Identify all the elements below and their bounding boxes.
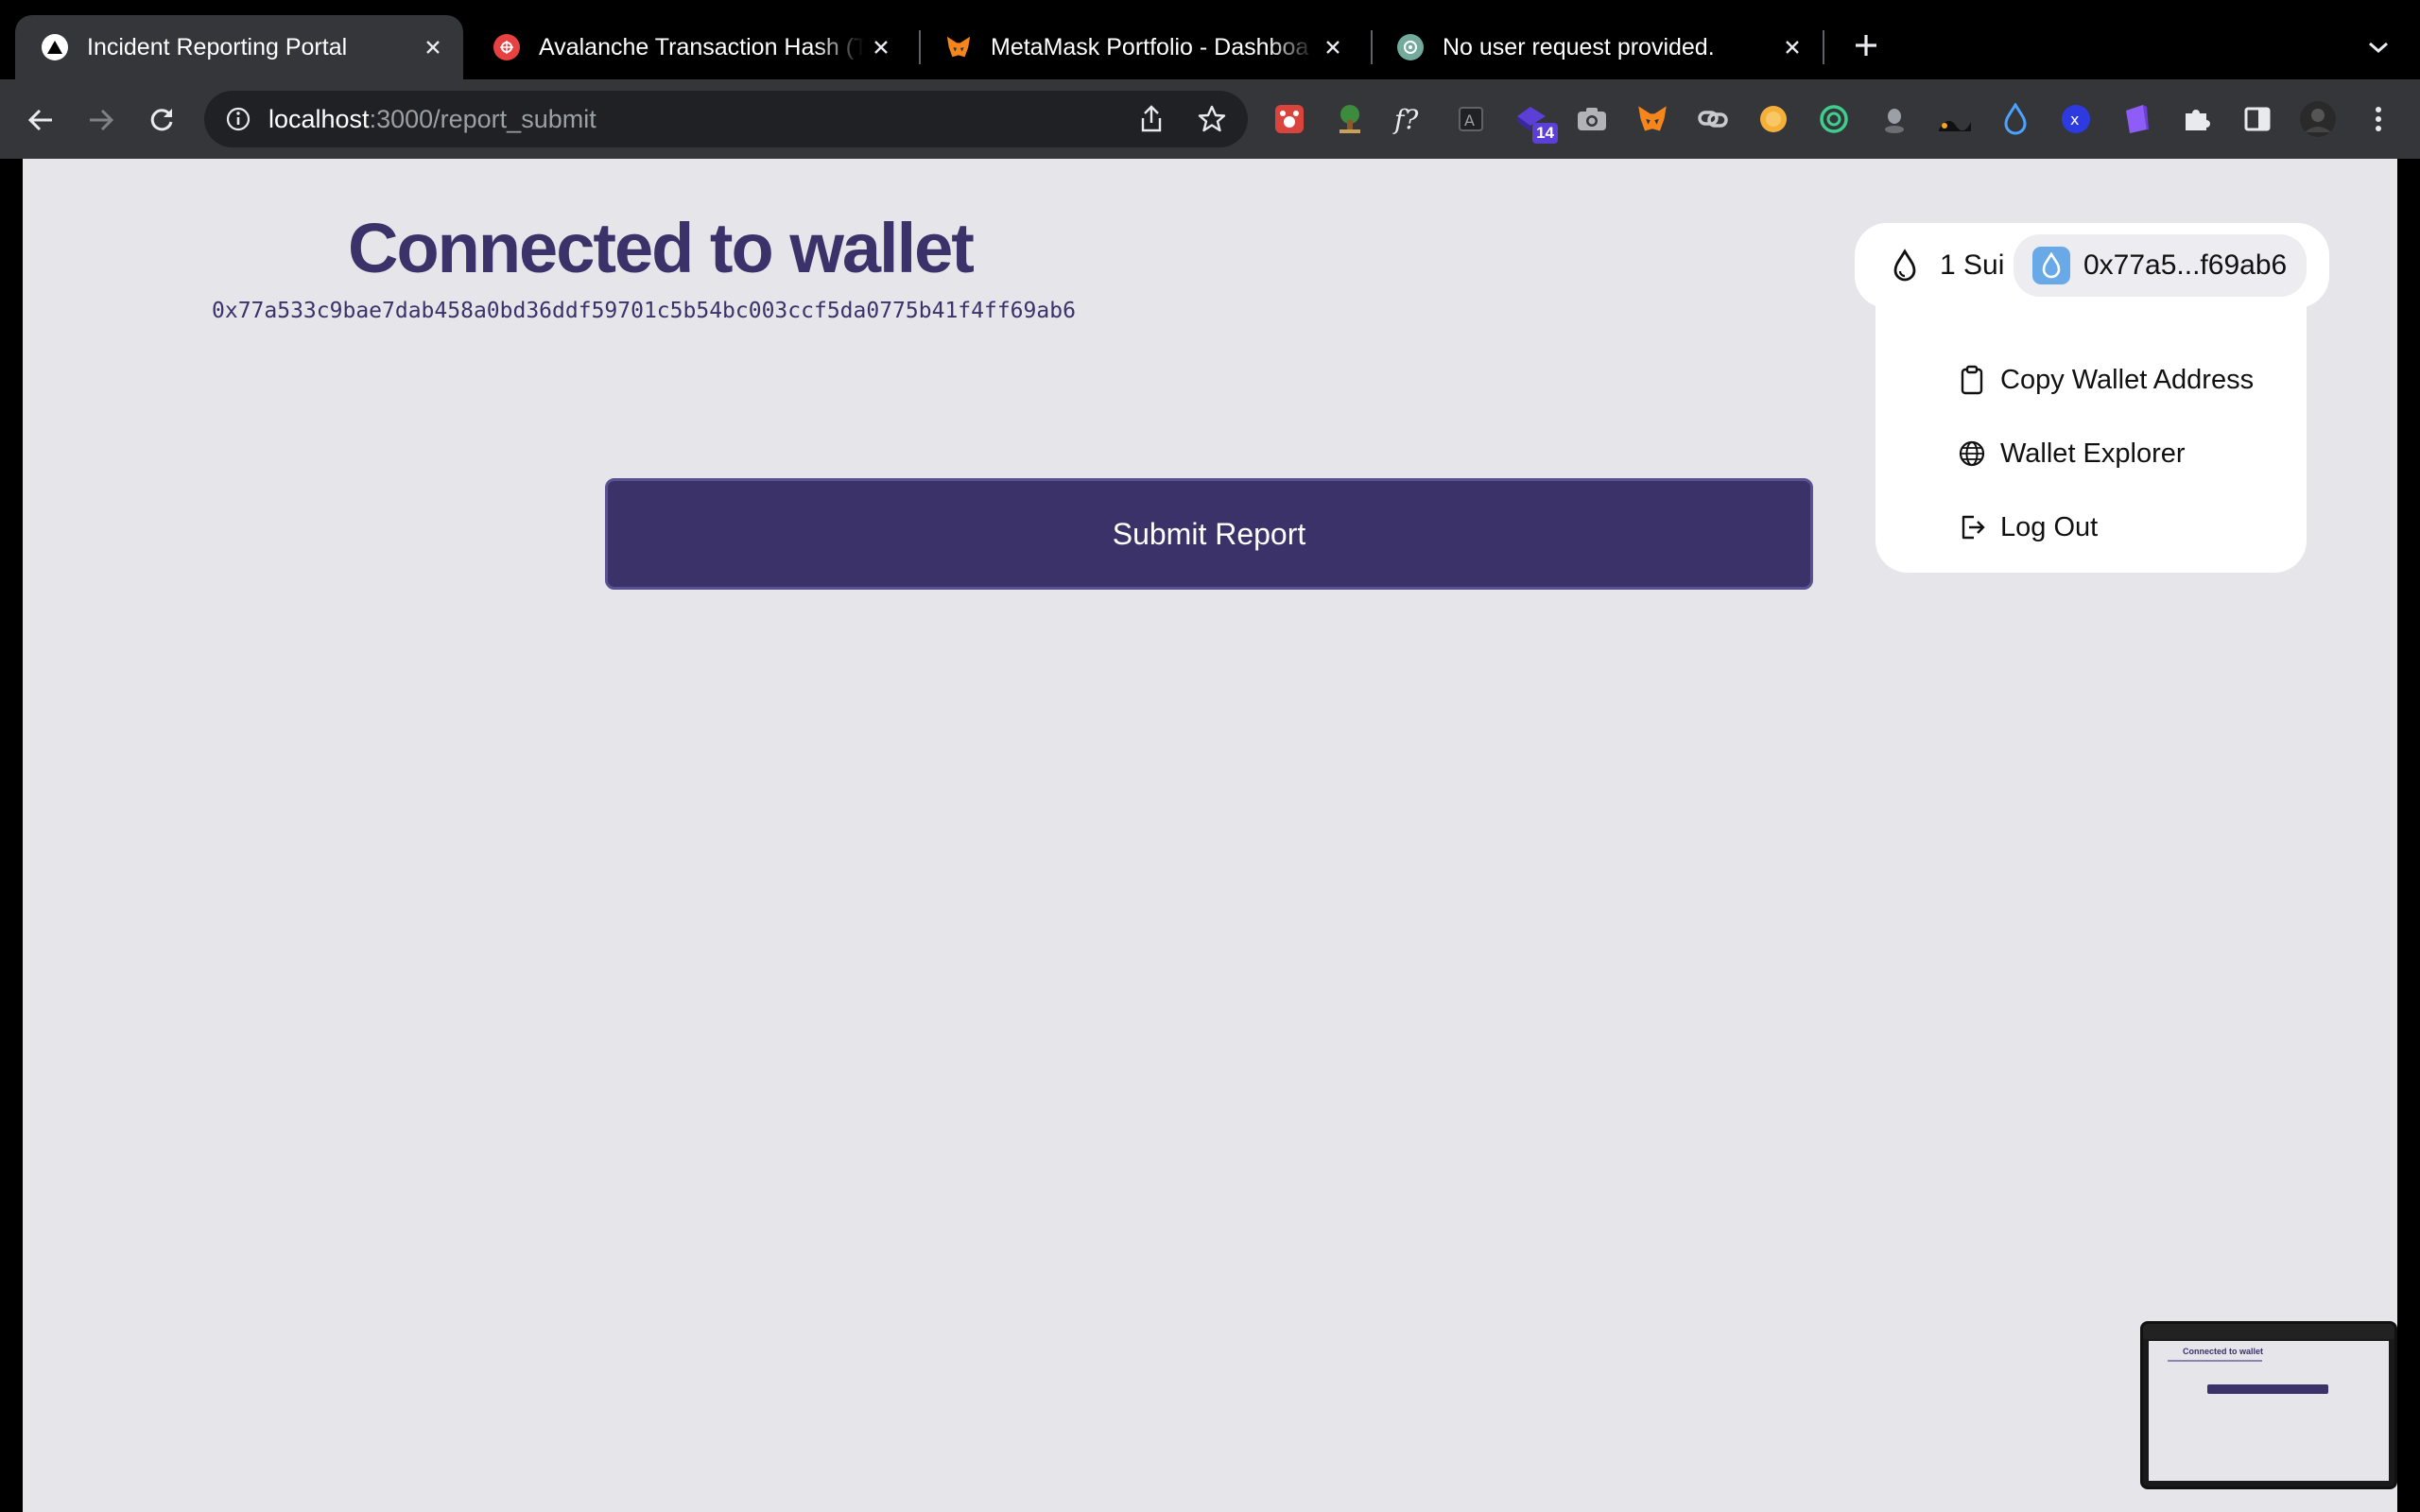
share-icon[interactable] — [1136, 104, 1167, 134]
url-path: :3000/report_submit — [369, 104, 596, 133]
avalanche-icon — [493, 34, 520, 60]
close-tab-icon[interactable] — [864, 30, 898, 64]
site-info-icon[interactable] — [225, 106, 251, 132]
screenshot-preview-thumbnail[interactable]: Connected to wallet — [2140, 1321, 2397, 1489]
wallet-explorer-menu-item[interactable]: Wallet Explorer — [1957, 431, 2186, 476]
tab-no-user-request[interactable]: No user request provided. — [1371, 15, 1823, 79]
back-arrow-icon[interactable] — [19, 98, 62, 142]
robot-extension-icon[interactable] — [1874, 98, 1915, 140]
bookmark-star-icon[interactable] — [1197, 104, 1227, 134]
sui-logo-icon — [2032, 247, 2070, 284]
tab-search-chevron-down-icon[interactable] — [2360, 28, 2397, 66]
close-tab-icon[interactable] — [1775, 30, 1809, 64]
box-a-extension-icon[interactable]: A — [1450, 98, 1492, 140]
tree-extension-icon[interactable] — [1329, 98, 1371, 140]
tab-avalanche-transaction-hash[interactable]: Avalanche Transaction Hash (T — [467, 15, 911, 79]
svg-text:f?: f? — [1392, 104, 1419, 135]
wallet-address-chip[interactable]: 0x77a5...f69ab6 — [2014, 234, 2307, 297]
tab-separator — [1823, 30, 1824, 64]
function-f-extension-icon[interactable]: f? — [1390, 98, 1431, 140]
kebab-menu-icon[interactable] — [2358, 98, 2399, 140]
sui-drop-icon — [1889, 248, 1921, 284]
close-tab-icon[interactable] — [416, 30, 450, 64]
wallet-full-address: 0x77a533c9bae7dab458a0bd36ddf59701c5b54b… — [212, 299, 1076, 323]
thumbnail-submit-button — [2207, 1384, 2328, 1394]
reload-icon[interactable] — [140, 98, 183, 142]
globe-icon — [1957, 438, 1987, 469]
thumbnail-address-line — [2168, 1360, 2262, 1362]
tab-title: MetaMask Portfolio - Dashboa — [991, 33, 1309, 60]
submit-report-button[interactable]: Submit Report — [605, 478, 1813, 590]
wallet-dropdown-menu: Copy Wallet Address Wallet Explorer Log … — [1876, 306, 2307, 573]
menu-item-label: Log Out — [2000, 511, 2099, 542]
wallet-connect-pill[interactable]: 1 Sui 0x77a5...f69ab6 — [1855, 223, 2329, 308]
camera-extension-icon[interactable] — [1571, 98, 1613, 140]
browser-toolbar: localhost:3000/report_submit f? A 14 x — [0, 79, 2420, 159]
red-paw-extension-icon[interactable] — [1269, 98, 1310, 140]
forward-arrow-icon[interactable] — [79, 98, 123, 142]
thumbnail-tabbar — [2143, 1324, 2394, 1339]
wallet-short-address: 0x77a5...f69ab6 — [2083, 249, 2288, 281]
metamask-fox-icon — [945, 34, 972, 60]
copy-wallet-address-menu-item[interactable]: Copy Wallet Address — [1957, 357, 2254, 403]
tab-title: Incident Reporting Portal — [87, 33, 348, 60]
link-extension-icon[interactable] — [1692, 98, 1734, 140]
menu-item-label: Copy Wallet Address — [2000, 364, 2255, 395]
svg-text:A: A — [1464, 112, 1475, 129]
address-bar[interactable]: localhost:3000/report_submit — [204, 91, 1248, 147]
logout-icon — [1957, 512, 1987, 542]
log-out-menu-item[interactable]: Log Out — [1957, 505, 2098, 550]
purple-wallet-extension-icon[interactable]: 14 — [1511, 98, 1558, 144]
page-title: Connected to wallet — [348, 209, 975, 287]
sui-drop-extension-icon[interactable] — [1995, 98, 2036, 140]
green-ring-extension-icon[interactable] — [1813, 98, 1855, 140]
wallet-balance: 1 Sui — [1940, 249, 2005, 281]
tab-title: No user request provided. — [1443, 33, 1715, 60]
tab-incident-reporting-portal[interactable]: Incident Reporting Portal — [15, 15, 463, 79]
tab-title: Avalanche Transaction Hash (T — [539, 33, 864, 60]
tab-metamask-portfolio[interactable]: MetaMask Portfolio - Dashboa — [919, 15, 1363, 79]
url-host: localhost — [268, 104, 370, 133]
svg-text:x: x — [2070, 111, 2079, 129]
page-content: Connected to wallet 0x77a533c9bae7dab458… — [23, 159, 2397, 1512]
orange-coin-extension-icon[interactable] — [1753, 98, 1794, 140]
close-tab-icon[interactable] — [1316, 30, 1350, 64]
menu-item-label: Wallet Explorer — [2000, 438, 2186, 469]
puzzle-extensions-icon[interactable] — [2176, 98, 2218, 140]
profile-avatar-icon[interactable] — [2297, 98, 2339, 140]
x-circle-extension-icon[interactable]: x — [2055, 98, 2097, 140]
thumbnail-page: Connected to wallet — [2149, 1341, 2389, 1481]
side-panel-icon[interactable] — [2237, 98, 2278, 140]
metamask-extension-icon[interactable] — [1632, 98, 1673, 140]
ink-extension-icon[interactable] — [1934, 98, 1976, 140]
extension-badge-count: 14 — [1532, 123, 1558, 144]
thumbnail-title: Connected to wallet — [2183, 1347, 2264, 1356]
triangle-icon — [42, 34, 68, 60]
new-tab-plus-icon[interactable] — [1847, 26, 1885, 64]
clipboard-icon — [1957, 365, 1987, 395]
purple-cube-extension-icon[interactable] — [2116, 98, 2157, 140]
chatgpt-icon — [1397, 34, 1424, 60]
browser-tab-strip: Incident Reporting Portal Avalanche Tran… — [0, 0, 2420, 79]
